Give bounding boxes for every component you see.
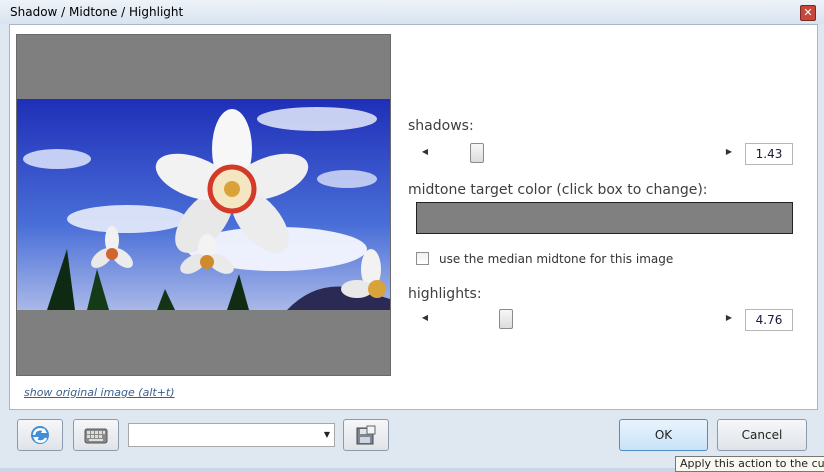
reset-button[interactable]	[17, 419, 63, 451]
ok-button[interactable]: OK	[619, 419, 708, 451]
shadows-slider[interactable]: ◀ ▶	[416, 143, 738, 163]
keyboard-button[interactable]	[73, 419, 119, 451]
save-preset-button[interactable]	[343, 419, 389, 451]
chevron-down-icon[interactable]: ▼	[324, 430, 330, 439]
shadows-slider-thumb[interactable]	[470, 143, 484, 163]
highlights-slider-thumb[interactable]	[499, 309, 513, 329]
shadows-right-arrow[interactable]: ▶	[720, 143, 738, 161]
midtone-color-box[interactable]	[416, 202, 793, 234]
median-midtone-checkbox[interactable]	[416, 252, 429, 265]
dialog-window: Shadow / Midtone / Highlight ✕ show orig…	[0, 0, 824, 472]
cancel-button[interactable]: Cancel	[717, 419, 807, 451]
highlights-right-arrow[interactable]: ▶	[720, 309, 738, 327]
shadows-left-arrow[interactable]: ◀	[416, 143, 434, 161]
ok-tooltip: Apply this action to the curr	[675, 456, 824, 472]
preview-photo	[17, 99, 390, 310]
window-title: Shadow / Midtone / Highlight	[10, 5, 184, 19]
shadows-value-input[interactable]: 1.43	[745, 143, 793, 165]
refresh-icon	[31, 426, 49, 444]
median-midtone-label: use the median midtone for this image	[439, 252, 674, 266]
highlights-label: highlights:	[408, 286, 482, 302]
midtone-label: midtone target color (click box to chang…	[408, 182, 708, 198]
shadows-label: shadows:	[408, 118, 474, 134]
image-preview	[16, 34, 391, 376]
preset-dropdown[interactable]: ▼	[128, 423, 335, 447]
highlights-slider[interactable]: ◀ ▶	[416, 309, 738, 329]
show-original-link[interactable]: show original image (alt+t)	[24, 386, 175, 399]
highlights-value-input[interactable]: 4.76	[745, 309, 793, 331]
close-button[interactable]: ✕	[800, 5, 816, 21]
highlights-left-arrow[interactable]: ◀	[416, 309, 434, 327]
title-bar: Shadow / Midtone / Highlight ✕	[0, 0, 824, 24]
save-disk-icon	[356, 425, 376, 445]
keyboard-icon	[84, 428, 108, 444]
